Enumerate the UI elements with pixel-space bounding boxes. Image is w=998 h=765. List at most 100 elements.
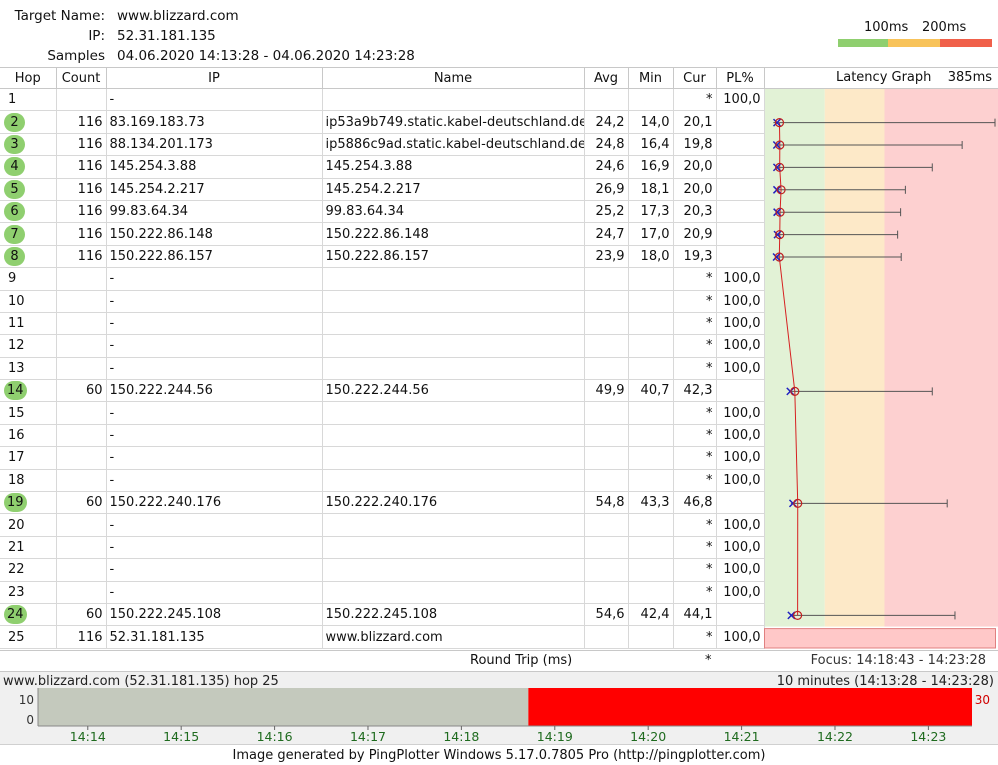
- hop-row[interactable]: 5 116 145.254.2.217 145.254.2.217 26,9 18,1 20…: [0, 178, 765, 201]
- hop-row[interactable]: 4 116 145.254.3.88 145.254.3.88 24,6 16,9 20,0: [0, 155, 765, 179]
- hop-avg: 26,9: [595, 181, 625, 197]
- round-trip-label: Round Trip (ms): [470, 653, 573, 668]
- hop-row[interactable]: 16 - * 100,0: [0, 424, 765, 448]
- col-name-header[interactable]: Name: [322, 67, 585, 89]
- hop-min-cell: [628, 446, 674, 470]
- hop-row[interactable]: 6 116 99.83.64.34 99.83.64.34 25,2 17,3 20,3: [0, 200, 765, 224]
- hop-row[interactable]: 2 116 83.169.183.73 ip53a9b749.static.kabel…: [0, 110, 765, 134]
- timeline-graph[interactable]: 10 0 30 14:14 14:15 14:16 14:17 14:18 14:19 14:20…: [0, 686, 998, 744]
- col-cur-header[interactable]: Cur: [673, 67, 717, 89]
- hop-avg-cell: [584, 513, 629, 537]
- hop-min-cell: 43,3: [628, 491, 674, 515]
- hop-row[interactable]: 8 116 150.222.86.157 150.222.86.157 23,9 18,0…: [0, 245, 765, 269]
- col-pl-header[interactable]: PL%: [716, 67, 765, 89]
- hop-row[interactable]: 13 - * 100,0: [0, 357, 765, 381]
- hop-row[interactable]: 10 - * 100,0: [0, 290, 765, 313]
- hop-ip-cell: 150.222.245.108: [106, 603, 323, 627]
- hop-cur-cell: *: [673, 424, 717, 448]
- hop-row[interactable]: 12 - * 100,0: [0, 334, 765, 358]
- hop-pl-cell: 100,0: [716, 469, 765, 493]
- hop-ip-cell: -: [106, 312, 323, 336]
- col-count-header[interactable]: Count: [56, 67, 107, 89]
- hop-row[interactable]: 18 - * 100,0: [0, 469, 765, 493]
- hop-count: 60: [85, 495, 103, 511]
- hop-row[interactable]: 21 - * 100,0: [0, 536, 765, 560]
- legend-200ms-label: 200ms: [922, 20, 967, 35]
- hop-avg-cell: [584, 424, 629, 448]
- hop-row[interactable]: 17 - * 100,0: [0, 446, 765, 470]
- hop-row[interactable]: 22 - * 100,0: [0, 558, 765, 582]
- hop-number-cell: 4: [0, 155, 57, 179]
- hop-ip-cell: -: [106, 401, 323, 425]
- hop-cur: *: [706, 293, 713, 309]
- hop-pl-cell: 100,0: [716, 357, 765, 381]
- hop-min-cell: [628, 290, 674, 313]
- hop-row[interactable]: 23 - * 100,0: [0, 581, 765, 604]
- hop-row[interactable]: 9 - * 100,0: [0, 267, 765, 291]
- hop-row[interactable]: 25 116 52.31.181.135 www.blizzard.com * 100,0: [0, 625, 765, 649]
- hop-row[interactable]: 3 116 88.134.201.173 ip5886c9ad.static.kabe…: [0, 133, 765, 157]
- hop-pl: 100,0: [723, 472, 761, 488]
- hop-ip-cell: -: [106, 357, 323, 381]
- hop-name-cell: [322, 446, 585, 470]
- hop-name-cell: [322, 312, 585, 336]
- hop-number: 13: [8, 360, 25, 376]
- hop-count-cell: [56, 290, 107, 313]
- hop-row[interactable]: 1 - * 100,0: [0, 88, 765, 112]
- hop-number-cell: 17: [0, 446, 57, 470]
- destination-loss-bar: [764, 628, 996, 649]
- hop-min: 16,9: [640, 159, 670, 175]
- hop-row[interactable]: 11 - * 100,0: [0, 312, 765, 336]
- hop-count-cell: 116: [56, 222, 107, 246]
- hop-ip-cell: -: [106, 88, 323, 112]
- hop-number-cell: 7: [0, 222, 57, 246]
- hop-row[interactable]: 20 - * 100,0: [0, 513, 765, 537]
- hop-cur-cell: 20,0: [673, 178, 717, 201]
- hop-ip: -: [109, 428, 115, 444]
- col-min-header[interactable]: Min: [628, 67, 674, 89]
- timeline-tick-label: 14:21: [724, 729, 760, 744]
- hop-pl: 100,0: [723, 92, 761, 108]
- hop-count-cell: 116: [56, 200, 107, 224]
- hop-pl: 100,0: [723, 338, 761, 354]
- hop-ip: 88.134.201.173: [109, 136, 213, 152]
- hop-cur-cell: *: [673, 312, 717, 336]
- hop-row[interactable]: 24 60 150.222.245.108 150.222.245.108 54,6 42…: [0, 603, 765, 627]
- hop-ip: -: [109, 316, 115, 332]
- hop-cur: *: [706, 540, 713, 555]
- hop-avg-cell: 24,7: [584, 222, 629, 246]
- col-avg-header[interactable]: Avg: [584, 67, 629, 89]
- hop-cur: *: [706, 472, 713, 488]
- hop-name-cell: [322, 558, 585, 582]
- hop-name-cell: [322, 536, 585, 560]
- hop-avg-cell: 25,2: [584, 200, 629, 224]
- hop-min-cell: [628, 334, 674, 358]
- col-hop-header[interactable]: Hop: [0, 67, 57, 89]
- hop-number: 11: [8, 316, 25, 332]
- hop-row[interactable]: 7 116 150.222.86.148 150.222.86.148 24,7 17,0…: [0, 222, 765, 246]
- hop-cur-cell: *: [673, 334, 717, 358]
- hop-cur-cell: *: [673, 88, 717, 112]
- hop-number-cell: 23: [0, 581, 57, 604]
- hop-ip: 150.222.86.148: [109, 226, 213, 242]
- hop-number-cell: 24: [0, 603, 57, 627]
- col-ip-header[interactable]: IP: [106, 67, 323, 89]
- hop-cur-cell: *: [673, 290, 717, 313]
- hop-row[interactable]: 15 - * 100,0: [0, 401, 765, 425]
- hop-min: 18,1: [640, 181, 670, 197]
- hop-cur: 20,9: [683, 226, 713, 242]
- hop-avg-cell: [584, 401, 629, 425]
- hop-min: 42,4: [640, 607, 670, 623]
- hop-ip-cell: 150.222.86.148: [106, 222, 323, 246]
- timeline-y-bottom-label: 0: [26, 713, 34, 727]
- ip-value: 52.31.181.135: [117, 28, 216, 44]
- latency-graph[interactable]: [764, 89, 998, 649]
- hop-name: 150.222.244.56: [325, 383, 429, 399]
- hop-row[interactable]: 19 60 150.222.240.176 150.222.240.176 54,8 43…: [0, 491, 765, 515]
- hop-name-cell: 150.222.245.108: [322, 603, 585, 627]
- hop-row[interactable]: 14 60 150.222.244.56 150.222.244.56 49,9 40,7…: [0, 379, 765, 403]
- timeline-tick-label: 14:15: [163, 729, 199, 744]
- graph-zone-bad: [884, 89, 998, 627]
- hop-avg-cell: 54,8: [584, 491, 629, 515]
- hop-number-cell: 13: [0, 357, 57, 381]
